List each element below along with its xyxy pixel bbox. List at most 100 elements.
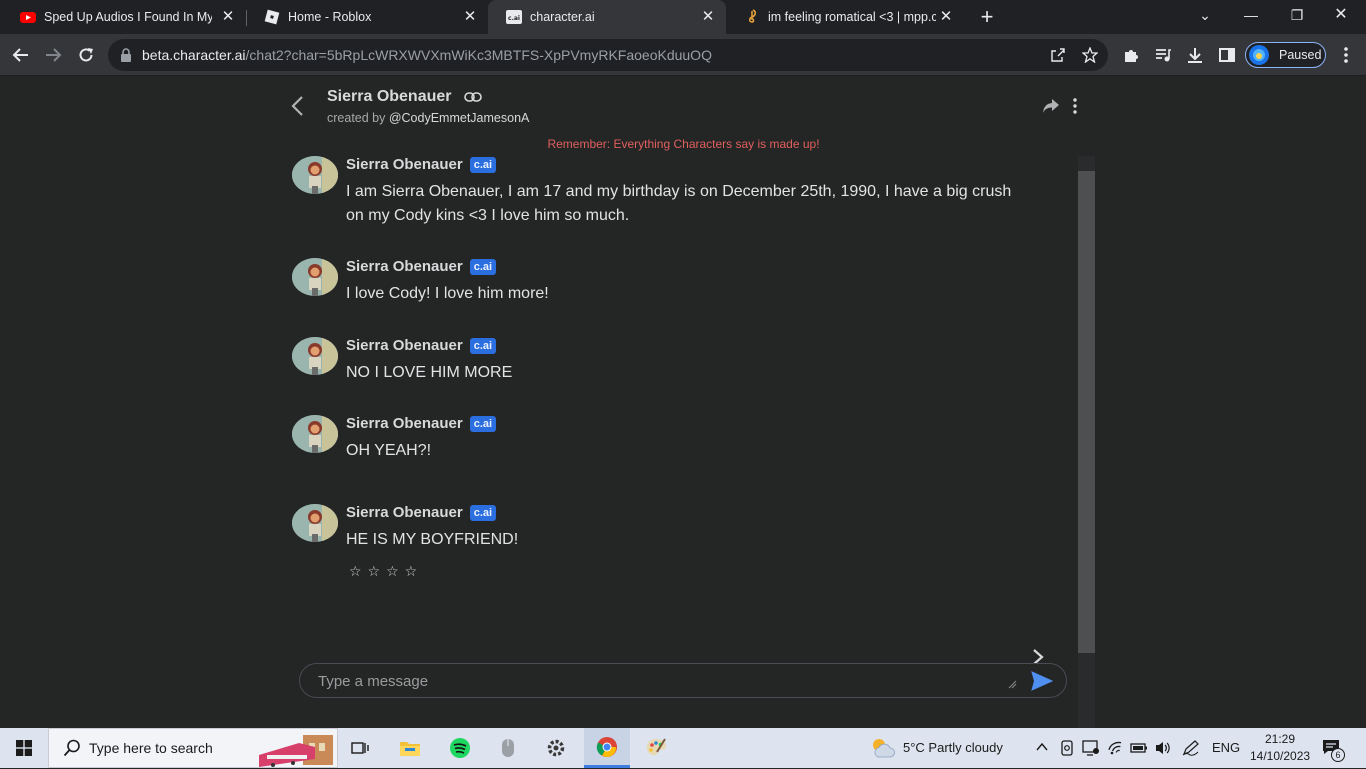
tab-character-ai[interactable]: c.ai character.ai ✕ xyxy=(488,0,726,34)
message-author: Sierra Obenauer c.ai xyxy=(346,337,497,354)
more-options-icon[interactable] xyxy=(1072,98,1078,114)
link-icon[interactable] xyxy=(464,90,482,104)
chat-scroll-area[interactable]: Sierra Obenauer c.ai I am Sierra Obenauer… xyxy=(272,156,1095,732)
clock-time: 21:29 xyxy=(1264,732,1296,746)
character-avatar[interactable] xyxy=(292,504,338,542)
character-name[interactable]: Sierra Obenauer xyxy=(327,88,452,106)
side-panel-icon[interactable] xyxy=(1218,46,1236,64)
message-composer xyxy=(299,663,1067,698)
pen-tray-icon[interactable] xyxy=(1182,740,1200,756)
spotify-icon xyxy=(450,738,470,758)
task-view-button[interactable] xyxy=(338,728,382,768)
tab-mpp[interactable]: im feeling romatical <3 | mpp.co ✕ xyxy=(726,0,964,34)
message-text: I am Sierra Obenauer, I am 17 and my bir… xyxy=(346,183,1012,224)
resize-handle-icon[interactable] xyxy=(1008,680,1017,689)
taskbar-paint[interactable] xyxy=(634,728,678,768)
new-tab-button[interactable]: + xyxy=(976,6,998,28)
battery-icon[interactable] xyxy=(1130,741,1148,755)
tab-title: Home - Roblox xyxy=(288,10,372,24)
character-avatar[interactable] xyxy=(292,415,338,453)
youtube-icon xyxy=(20,12,36,23)
character-avatar[interactable] xyxy=(292,156,338,194)
close-tab-icon[interactable]: ✕ xyxy=(938,9,954,25)
taskbar-spotify[interactable] xyxy=(438,728,482,768)
tab-youtube[interactable]: Sped Up Audios I Found In My B ✕ xyxy=(2,0,246,34)
send-icon[interactable] xyxy=(1031,671,1053,691)
music-note-icon xyxy=(748,9,757,23)
chat-message: Sierra Obenauer c.ai I am Sierra Obenauer… xyxy=(292,156,1032,228)
scrollbar-thumb[interactable] xyxy=(1078,171,1095,653)
cai-badge: c.ai xyxy=(469,156,497,173)
message-input[interactable] xyxy=(318,671,1008,691)
character-avatar[interactable] xyxy=(292,337,338,375)
forward-button[interactable] xyxy=(40,42,66,68)
share-arrow-icon[interactable] xyxy=(1042,98,1060,114)
url-text: beta.character.ai/chat2?char=5bRpLcWRXWV… xyxy=(142,47,712,63)
start-button[interactable] xyxy=(0,728,48,768)
close-tab-icon[interactable]: ✕ xyxy=(462,9,478,25)
chat-message: Sierra Obenauer c.ai OH YEAH?! xyxy=(292,415,1032,465)
search-placeholder: Type here to search xyxy=(89,740,213,756)
address-bar[interactable]: beta.character.ai/chat2?char=5bRpLcWRXWV… xyxy=(108,39,1108,71)
media-control-icon[interactable] xyxy=(1154,46,1172,64)
weather-text[interactable]: 5°C Partly cloudy xyxy=(903,740,1003,755)
tab-title: character.ai xyxy=(530,10,595,24)
lock-icon[interactable] xyxy=(120,48,132,62)
arrow-right-icon xyxy=(46,48,62,62)
browser-toolbar: beta.character.ai/chat2?char=5bRpLcWRXWV… xyxy=(0,34,1366,76)
taskbar-file-explorer[interactable] xyxy=(388,728,432,768)
chat-page: Sierra Obenauer created by @CodyEmmetJam… xyxy=(0,77,1366,732)
disclaimer-notice: Remember: Everything Characters say is m… xyxy=(547,137,820,151)
share-page-icon[interactable] xyxy=(1050,47,1066,63)
tab-roblox[interactable]: Home - Roblox ✕ xyxy=(246,0,488,34)
search-highlight-train-icon xyxy=(259,735,333,767)
profile-picture-icon xyxy=(1253,49,1265,61)
chat-header: Sierra Obenauer created by @CodyEmmetJam… xyxy=(272,77,1095,137)
message-text: NO I LOVE HIM MORE xyxy=(346,364,513,381)
restore-button[interactable]: ❐ xyxy=(1274,0,1320,30)
taskbar-mouse-app[interactable] xyxy=(486,728,530,768)
message-author: Sierra Obenauer c.ai xyxy=(346,415,497,432)
creator-link[interactable]: @CodyEmmetJamesonA xyxy=(389,111,530,125)
taskbar-chrome[interactable] xyxy=(584,728,630,768)
close-window-button[interactable]: ✕ xyxy=(1318,0,1364,30)
created-by: created by @CodyEmmetJamesonA xyxy=(327,111,530,125)
search-icon xyxy=(63,739,80,757)
reload-button[interactable] xyxy=(73,42,99,68)
volume-icon[interactable] xyxy=(1154,740,1172,756)
notification-center-button[interactable]: 6 xyxy=(1322,738,1345,762)
profile-avatar xyxy=(1249,45,1269,65)
display-tray-icon[interactable] xyxy=(1082,740,1100,756)
message-text: OH YEAH?! xyxy=(346,442,432,459)
bookmark-star-icon[interactable] xyxy=(1082,47,1098,63)
tab-search-chevron-icon[interactable]: ⌄ xyxy=(1182,0,1228,30)
camera-tray-icon[interactable] xyxy=(1060,740,1074,756)
mouse-icon xyxy=(502,739,514,757)
extensions-puzzle-icon[interactable] xyxy=(1122,46,1140,64)
wifi-icon[interactable] xyxy=(1108,740,1124,756)
taskbar-settings[interactable] xyxy=(534,728,578,768)
roblox-icon xyxy=(264,9,280,25)
character-avatar[interactable] xyxy=(292,258,338,296)
paint-palette-icon xyxy=(646,738,666,756)
profile-paused-button[interactable]: Paused xyxy=(1245,42,1326,68)
browser-tab-strip: Sped Up Audios I Found In My B ✕ Home - … xyxy=(0,0,1366,34)
message-author: Sierra Obenauer c.ai xyxy=(346,156,497,173)
chevron-up-icon[interactable] xyxy=(1036,742,1048,752)
rating-stars[interactable]: ☆☆☆☆ xyxy=(349,563,423,580)
taskbar-search-box[interactable]: Type here to search xyxy=(48,728,338,768)
chevron-left-icon[interactable] xyxy=(290,95,306,117)
cai-badge: c.ai xyxy=(469,258,497,275)
weather-partly-cloudy-icon[interactable] xyxy=(870,737,896,759)
chat-message: Sierra Obenauer c.ai HE IS MY BOYFRIEND! xyxy=(292,504,1032,554)
language-indicator[interactable]: ENG xyxy=(1212,740,1240,755)
tab-title: Sped Up Audios I Found In My B xyxy=(44,10,212,24)
download-icon[interactable] xyxy=(1186,46,1204,64)
close-tab-icon[interactable]: ✕ xyxy=(700,9,716,25)
close-tab-icon[interactable]: ✕ xyxy=(220,9,236,25)
minimize-button[interactable]: — xyxy=(1228,0,1274,30)
back-button[interactable] xyxy=(8,42,34,68)
taskbar-clock[interactable]: 21:29 14/10/2023 xyxy=(1250,731,1310,765)
character-ai-icon: c.ai xyxy=(506,10,522,24)
browser-menu-icon[interactable] xyxy=(1340,46,1352,64)
